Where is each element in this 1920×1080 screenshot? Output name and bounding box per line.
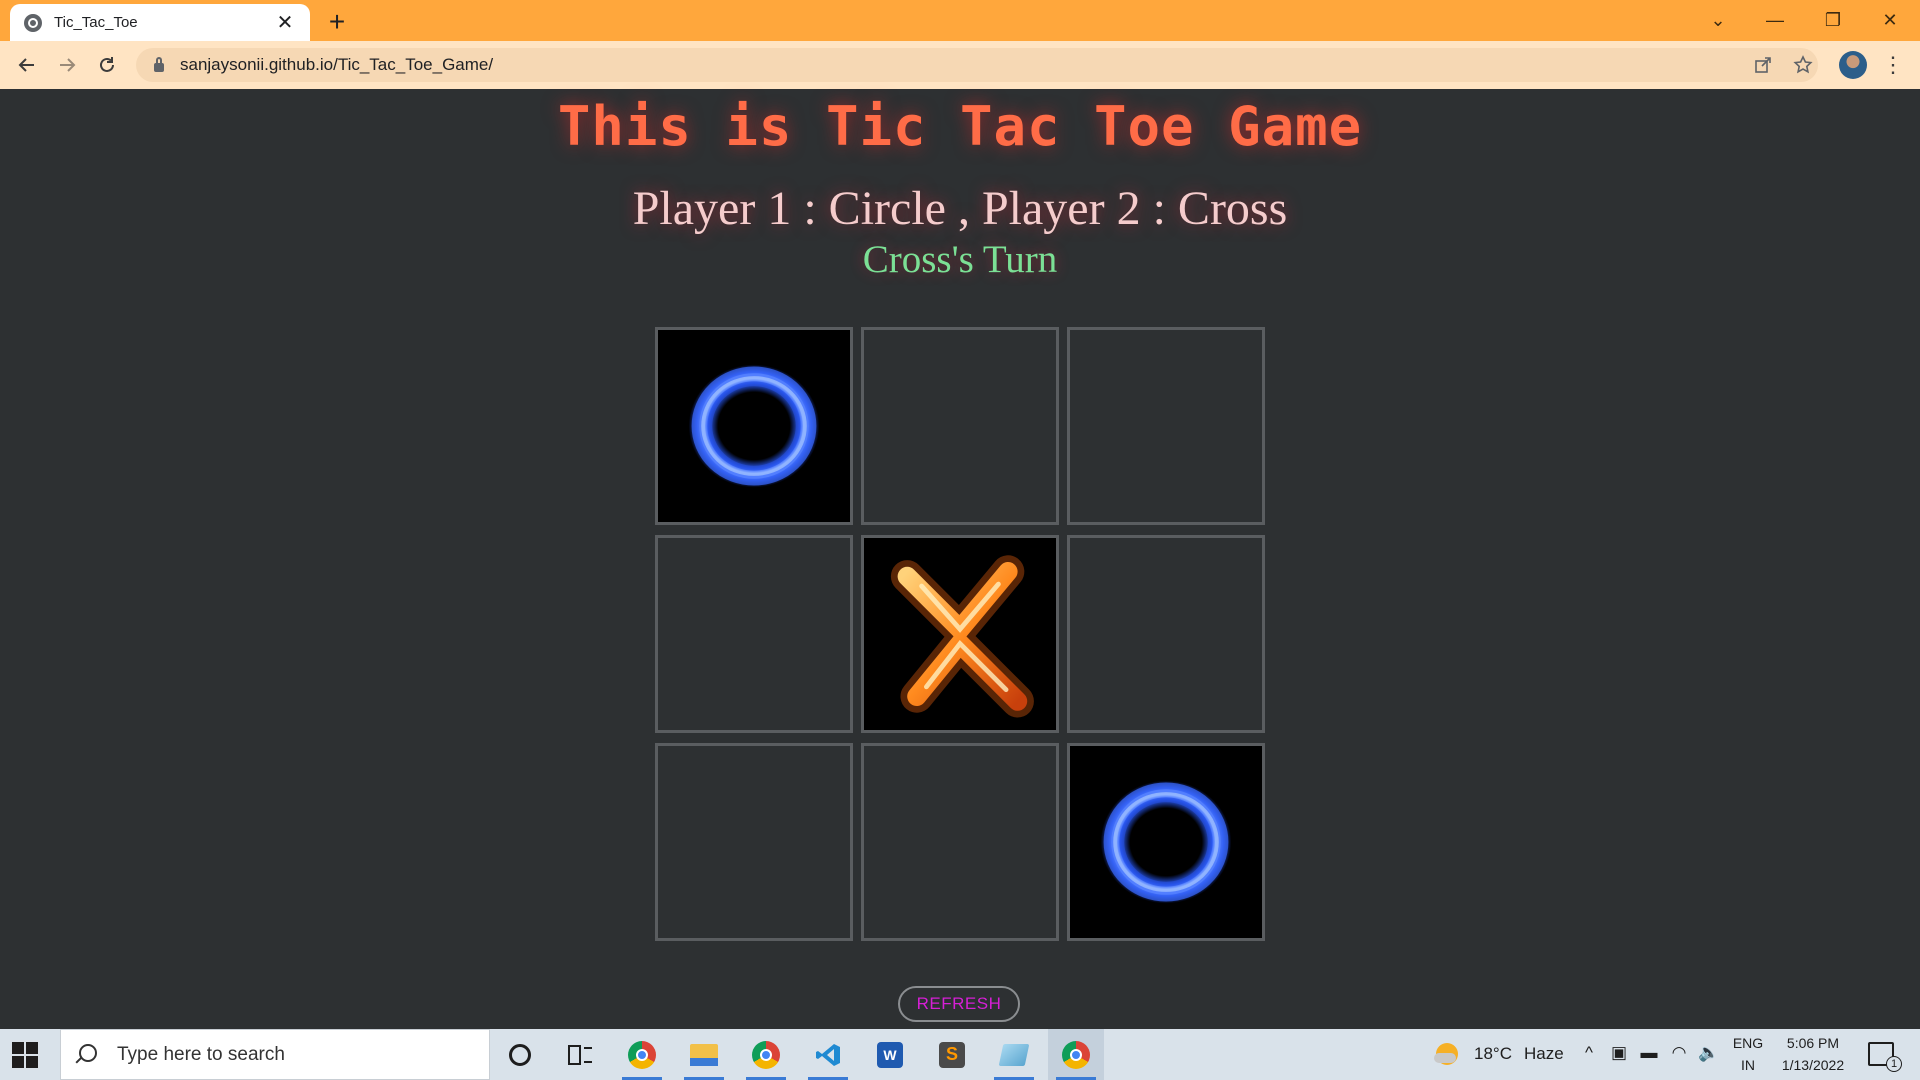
circle-mark-icon [658,330,850,522]
language-code[interactable]: ENG [1730,1033,1766,1053]
board-cell-9[interactable] [1067,743,1265,941]
weather-icon[interactable] [1434,1043,1458,1065]
cross-mark-icon [864,538,1056,730]
meet-now-icon[interactable]: ▣ [1608,1043,1630,1063]
globe-icon [24,13,42,32]
clock-date[interactable]: 1/13/2022 [1776,1055,1850,1075]
restore-button[interactable]: ❐ [1805,0,1861,41]
arrow-right-icon [60,58,76,72]
chevron-up-icon[interactable]: ^ [1578,1043,1600,1063]
chrome-icon[interactable] [738,1029,794,1080]
board-cell-2[interactable] [861,327,1059,525]
board-cell-6[interactable] [1067,535,1265,733]
region-code[interactable]: IN [1730,1055,1766,1075]
new-tab-button[interactable]: + [322,8,352,38]
vscode-icon[interactable] [800,1029,856,1080]
battery-icon[interactable]: ▬ [1638,1043,1660,1063]
reload-icon [100,57,114,72]
circle-mark-icon [1070,746,1262,938]
browser-tab[interactable]: Tic_Tac_Toe ✕ [10,4,310,41]
bookmark-star-icon[interactable] [1790,52,1816,78]
cortana-icon[interactable] [492,1029,548,1080]
notification-count: 1 [1886,1056,1902,1072]
board-cell-5[interactable] [861,535,1059,733]
forward-button[interactable] [51,49,83,81]
sublime-text-icon[interactable]: S [924,1029,980,1080]
game-title: This is Tic Tac Toe Game [557,95,1363,158]
board-cell-3[interactable] [1067,327,1265,525]
address-bar[interactable]: sanjaysonii.github.io/Tic_Tac_Toe_Game/ [136,48,1818,82]
board-cell-7[interactable] [655,743,853,941]
players-info: Player 1 : Circle , Player 2 : Cross [632,182,1288,235]
notes-app-icon[interactable] [986,1029,1042,1080]
board-cell-4[interactable] [655,535,853,733]
arrow-left-icon [18,58,34,72]
share-icon[interactable] [1750,52,1776,78]
file-explorer-icon[interactable] [676,1029,732,1080]
browser-menu-icon[interactable]: ⋮ [1882,51,1904,79]
page-content: This is Tic Tac Toe Game Player 1 : Circ… [0,89,1920,1029]
weather-temperature[interactable]: 18°C [1474,1044,1512,1064]
back-button[interactable] [11,49,43,81]
taskbar-search-box[interactable]: Type here to search [60,1029,490,1080]
search-icon [79,1043,97,1062]
turn-indicator: Cross's Turn [862,238,1058,281]
tab-close-icon[interactable]: ✕ [274,12,296,34]
wifi-icon[interactable]: ◠ [1668,1043,1690,1063]
game-board [655,327,1265,945]
tab-search-icon[interactable]: ⌄ [1690,0,1746,41]
task-view-icon[interactable] [552,1029,608,1080]
taskbar-search-placeholder: Type here to search [117,1043,285,1065]
profile-avatar[interactable] [1839,51,1867,79]
weather-description[interactable]: Haze [1524,1044,1564,1064]
browser-toolbar: sanjaysonii.github.io/Tic_Tac_Toe_Game/ … [0,41,1920,89]
lock-icon [154,56,164,72]
close-window-button[interactable]: ✕ [1862,0,1918,41]
volume-icon[interactable]: 🔈 [1698,1043,1720,1063]
tab-title: Tic_Tac_Toe [54,14,138,31]
windows-start-icon[interactable] [12,1042,38,1068]
browser-title-bar: Tic_Tac_Toe ✕ + ⌄ — ❐ ✕ [0,0,1920,41]
board-cell-1[interactable] [655,327,853,525]
board-cell-8[interactable] [861,743,1059,941]
reload-button[interactable] [91,49,123,81]
minimize-button[interactable]: — [1747,0,1803,41]
word-icon[interactable]: W [862,1029,918,1080]
chrome-icon[interactable] [614,1029,670,1080]
clock-time[interactable]: 5:06 PM [1776,1033,1850,1053]
windows-taskbar: Type here to search W S 18°C Haze ^ ▣ ▬ … [0,1029,1920,1080]
refresh-button[interactable]: REFRESH [898,986,1020,1022]
url-text: sanjaysonii.github.io/Tic_Tac_Toe_Game/ [180,55,494,74]
chrome-icon[interactable] [1048,1029,1104,1080]
